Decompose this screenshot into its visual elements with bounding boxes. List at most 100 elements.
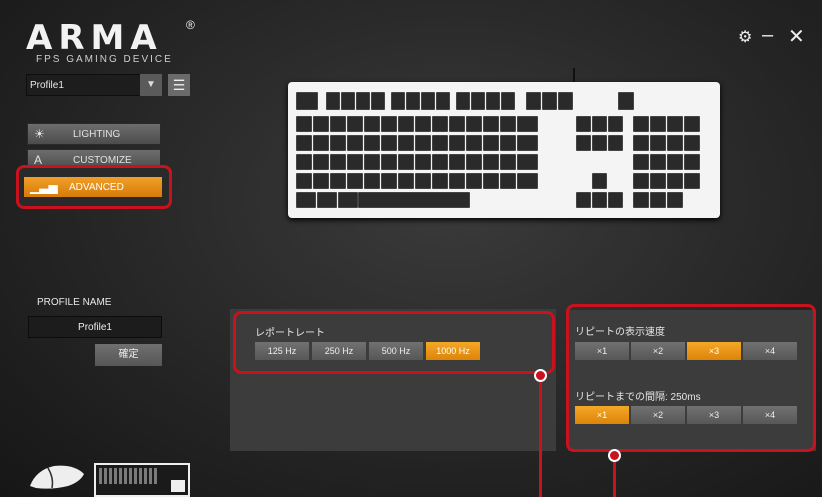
tab-lighting[interactable]: ☀ LIGHTING <box>27 123 161 145</box>
keycap <box>517 135 538 151</box>
keycap <box>608 116 623 132</box>
keycap <box>347 173 363 189</box>
mouse-icon[interactable] <box>28 460 88 490</box>
keycap <box>500 173 516 189</box>
menu-icon[interactable]: ☰ <box>168 74 190 96</box>
keycap <box>449 135 465 151</box>
chevron-down-icon[interactable]: ▼ <box>140 74 162 96</box>
keycap <box>558 92 573 110</box>
keycap <box>576 135 591 151</box>
keycap <box>296 135 312 151</box>
repeat-speed-option-1[interactable]: ×1 <box>575 342 629 360</box>
close-button[interactable]: ✕ <box>788 24 805 49</box>
keycap <box>500 135 516 151</box>
keycap <box>296 192 316 208</box>
keycap <box>326 92 340 110</box>
keycap <box>436 92 450 110</box>
keycap <box>449 116 465 132</box>
keycap <box>608 192 623 208</box>
keyboard-image <box>288 82 720 218</box>
repeat-speed-option-2[interactable]: ×2 <box>631 342 685 360</box>
keycap <box>391 92 405 110</box>
keycap <box>330 154 346 170</box>
keycap <box>526 92 541 110</box>
minimize-button[interactable]: – <box>762 24 773 47</box>
keycap <box>684 116 700 132</box>
keycap <box>667 135 683 151</box>
keycap <box>517 116 538 132</box>
keycap <box>633 135 649 151</box>
report-rate-option-3[interactable]: 500 Hz <box>369 342 423 360</box>
keycap <box>466 173 482 189</box>
keycap <box>432 135 448 151</box>
callout-line-report <box>539 376 542 497</box>
repeat-delay-option-2[interactable]: ×2 <box>631 406 685 424</box>
app-logo: ARMA <box>26 18 163 58</box>
repeat-delay-option-3[interactable]: ×3 <box>687 406 741 424</box>
keycap <box>449 154 465 170</box>
keycap <box>364 135 380 151</box>
keycap <box>608 135 623 151</box>
keycap <box>633 173 649 189</box>
tab-lighting-label: LIGHTING <box>73 129 121 140</box>
keycap <box>466 116 482 132</box>
keycap <box>381 173 397 189</box>
gear-icon[interactable]: ⚙ <box>738 27 752 47</box>
keycap <box>650 192 666 208</box>
keycap <box>471 92 485 110</box>
report-rate-option-1[interactable]: 125 Hz <box>255 342 309 360</box>
tab-advanced-label: ADVANCED <box>69 182 124 193</box>
keycap <box>296 116 312 132</box>
keycap <box>406 92 420 110</box>
keyboard-device-icon[interactable] <box>94 463 190 497</box>
keycap <box>415 135 431 151</box>
app-subtitle: FPS GAMING DEVICE <box>36 54 173 65</box>
keycap <box>364 173 380 189</box>
callout-dot-report <box>534 369 547 382</box>
keycap <box>592 173 607 189</box>
bars-icon: ▁▃▅ <box>30 180 58 194</box>
keycap <box>449 173 465 189</box>
keycap <box>633 116 649 132</box>
keycap <box>398 173 414 189</box>
keycap <box>501 92 515 110</box>
keycap <box>341 92 355 110</box>
keycap <box>466 154 482 170</box>
repeat-speed-option-4[interactable]: ×4 <box>743 342 797 360</box>
keycap <box>415 154 431 170</box>
keycap <box>592 116 607 132</box>
keycap <box>517 173 538 189</box>
keycap <box>415 116 431 132</box>
keycap <box>296 173 312 189</box>
keycap <box>592 192 607 208</box>
keycap <box>381 135 397 151</box>
keycap <box>296 92 318 110</box>
keycap <box>517 154 538 170</box>
keycap <box>684 173 700 189</box>
repeat-speed-option-3[interactable]: ×3 <box>687 342 741 360</box>
keycap <box>330 135 346 151</box>
keycap <box>398 116 414 132</box>
keycap <box>667 154 683 170</box>
keycap <box>371 92 385 110</box>
repeat-delay-option-1[interactable]: ×1 <box>575 406 629 424</box>
keycap <box>650 116 666 132</box>
repeat-delay-option-4[interactable]: ×4 <box>743 406 797 424</box>
report-rate-option-4[interactable]: 1000 Hz <box>426 342 480 360</box>
tab-advanced[interactable]: ▁▃▅ ADVANCED <box>23 176 163 198</box>
keycap <box>338 192 358 208</box>
repeat-delay-label: リピートまでの間隔: 250ms <box>575 392 701 403</box>
keycap <box>542 92 557 110</box>
keycap <box>364 154 380 170</box>
keycap <box>633 154 649 170</box>
keycap <box>313 173 329 189</box>
keycap <box>483 135 499 151</box>
profile-name-input[interactable]: Profile1 <box>28 316 162 338</box>
keycap <box>483 154 499 170</box>
keycap <box>618 92 634 110</box>
confirm-button[interactable]: 確定 <box>95 344 162 366</box>
report-rate-option-2[interactable]: 250 Hz <box>312 342 366 360</box>
keycap <box>500 116 516 132</box>
keycap <box>486 92 500 110</box>
keycap <box>381 116 397 132</box>
